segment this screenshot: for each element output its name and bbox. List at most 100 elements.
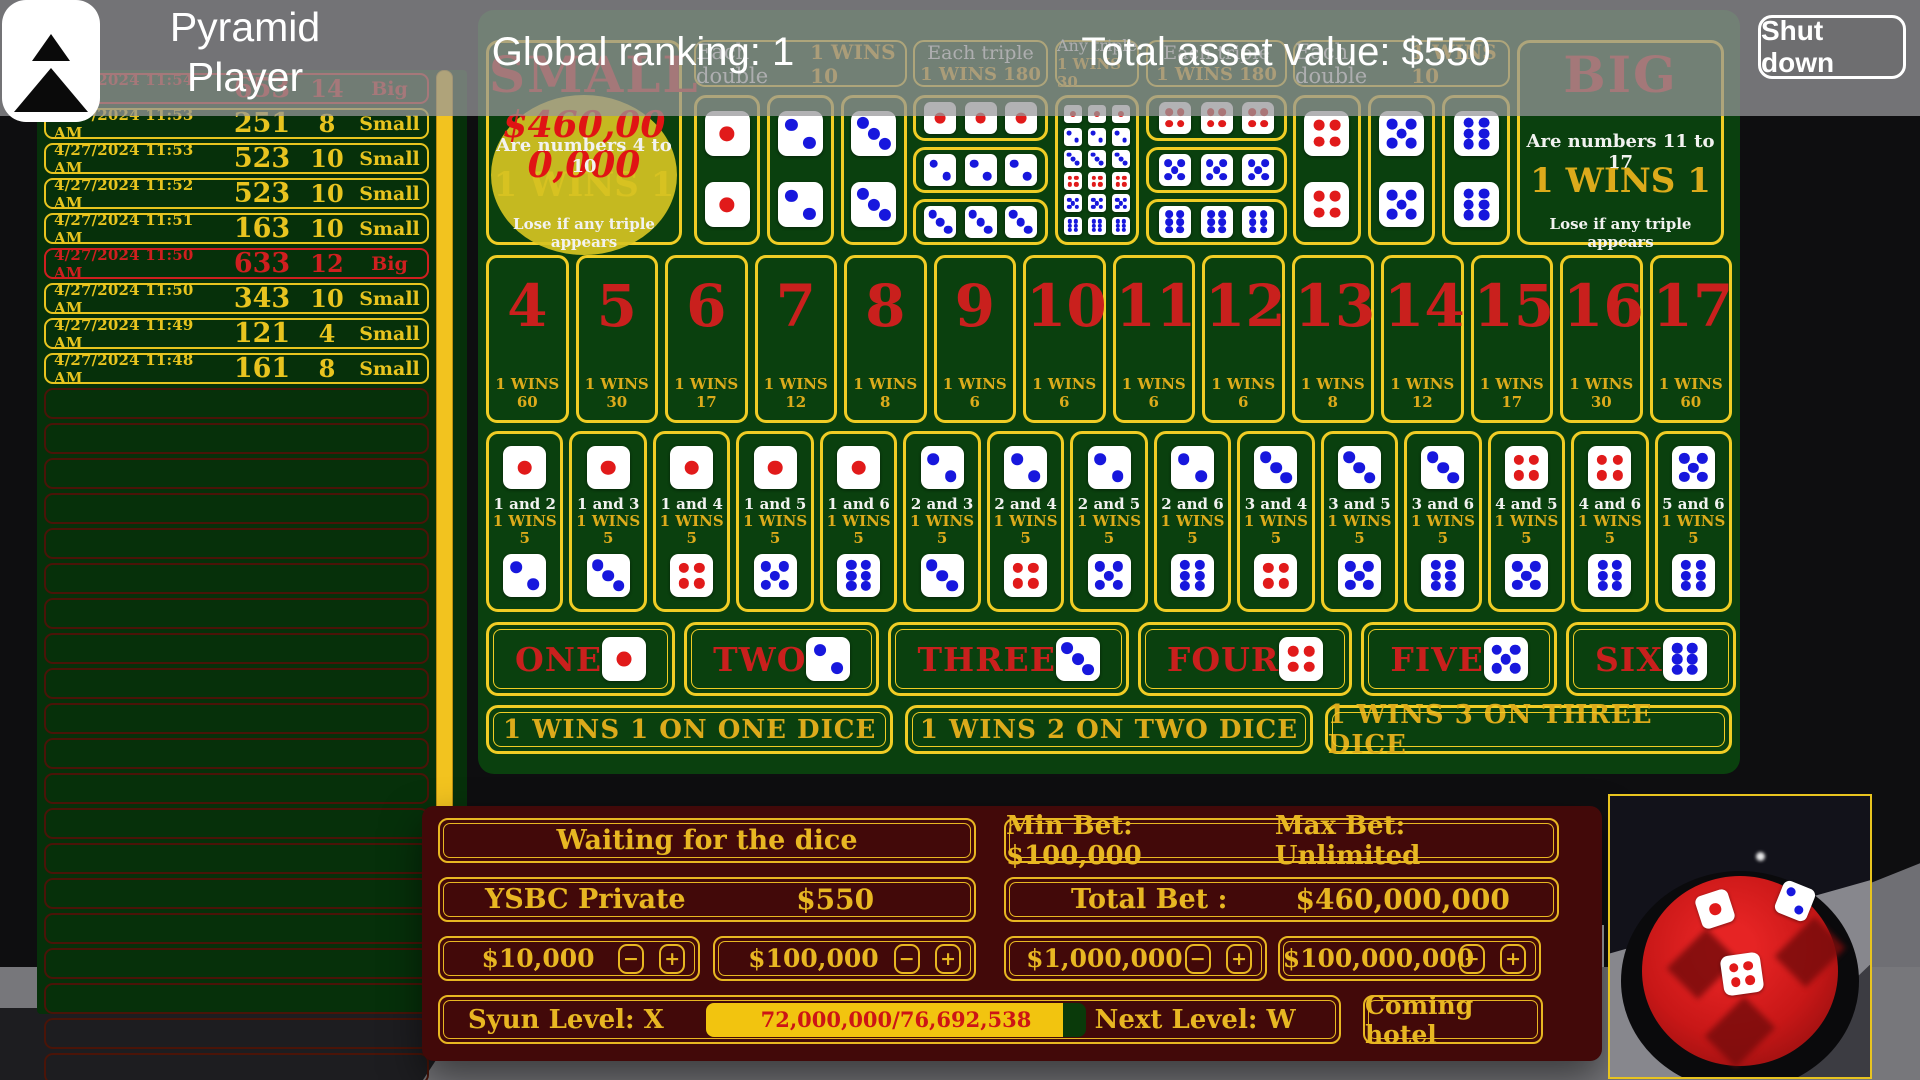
bet-single-one[interactable]: ONE [486,622,676,696]
history-row-empty [44,843,429,874]
bet-double-2[interactable] [767,95,834,245]
bet-combo-2-6[interactable]: 2 and 61 WINS 5 [1153,431,1232,612]
bet-number-12[interactable]: 12 1 WINS 6 [1202,255,1286,423]
bet-double-1[interactable] [694,95,761,245]
die-face-2 [777,111,823,156]
bet-single-four[interactable]: FOUR [1137,622,1353,696]
bet-combo-2-3[interactable]: 2 and 31 WINS 5 [903,431,981,612]
die-face-5 [1337,554,1381,597]
bet-triple-1[interactable] [913,95,1048,141]
bet-single-three[interactable]: THREE [888,622,1129,696]
bet-number-8[interactable]: 8 1 WINS 8 [844,255,927,423]
chip-plus-button[interactable]: + [935,943,962,974]
chip-minus-button[interactable]: − [617,943,644,974]
history-total: 10 [310,144,344,173]
level-progress-text: 72,000,000/76,692,538 [760,1007,1032,1032]
chip-plus-button[interactable]: + [1226,943,1253,974]
bet-combo-4-6[interactable]: 4 and 61 WINS 5 [1571,431,1649,612]
coming-hotel-button[interactable]: Coming hotel [1363,991,1543,1049]
bet-double-5[interactable] [1367,95,1436,245]
chip-select-1[interactable]: $10,000− + [438,936,700,981]
total-bet-value: $460,000,000 [1295,883,1510,916]
bet-number-15[interactable]: 15 1 WINS 17 [1470,255,1554,423]
bet-number-9[interactable]: 9 1 WINS 6 [933,255,1016,423]
chip-select-2[interactable]: $100,000− + [713,936,976,981]
bet-combo-2-4[interactable]: 2 and 41 WINS 5 [986,431,1065,612]
bet-number-14[interactable]: 14 1 WINS 12 [1381,255,1465,423]
bet-double-4[interactable] [1293,95,1361,245]
bet-big[interactable]: BIG Are numbers 11 to 17 1 WINS 1 Lose i… [1517,40,1724,251]
bet-combo-5-6[interactable]: 5 and 61 WINS 5 [1654,431,1733,612]
bet-triple-6[interactable] [1146,199,1287,245]
bet-triple-3[interactable] [913,199,1048,245]
single-label: SIX [1594,639,1663,679]
number-odds: 1 WINS 12 [1390,375,1455,411]
bet-number-6[interactable]: 6 1 WINS 17 [665,255,748,423]
bet-combo-4-5[interactable]: 4 and 51 WINS 5 [1487,431,1566,612]
bet-number-13[interactable]: 13 1 WINS 8 [1291,255,1375,423]
big-note: Lose if any triple appears [1549,215,1692,251]
bet-double-3[interactable] [840,95,907,245]
history-dice: 523 [233,178,291,209]
bet-combo-2-5[interactable]: 2 and 51 WINS 5 [1070,431,1148,612]
bet-combo-1-4[interactable]: 1 and 41 WINS 5 [652,431,731,612]
chip-minus-button[interactable]: − [1458,943,1485,974]
die-face-1 [753,446,797,489]
die-face-1 [1004,102,1037,134]
bet-combo-3-5[interactable]: 3 and 51 WINS 5 [1320,431,1399,612]
bet-single-two[interactable]: TWO [684,622,880,696]
die-face-2 [920,446,964,489]
chip-minus-button[interactable]: − [1184,943,1211,974]
number-bets-row: 4 1 WINS 60 5 1 WINS 30 6 1 WINS 17 7 1 WINS 12… [486,255,1734,423]
bet-number-11[interactable]: 11 1 WINS 6 [1112,255,1196,423]
history-dice: 633 [233,248,291,279]
chip-select-4[interactable]: $100,000,000− + [1278,936,1541,981]
bet-combo-1-3[interactable]: 1 and 31 WINS 5 [569,431,647,612]
bet-combo-1-6[interactable]: 1 and 61 WINS 5 [819,431,898,612]
history-row-empty [44,493,429,524]
single-bets-row: ONE TWO THREE FOUR FIVE SIX [486,622,1736,696]
bet-number-7[interactable]: 7 1 WINS 12 [754,255,837,423]
payout-note-text: 1 WINS 1 ON ONE DICE [503,714,877,745]
history-total: 10 [310,214,344,243]
shutdown-button[interactable]: Shut down [1758,15,1906,79]
bet-triple-2[interactable] [913,147,1048,193]
each-triple-left-header: Each triple 1 WINS 180 [913,40,1048,87]
die-face-5 [1158,154,1191,186]
bet-number-5[interactable]: 5 1 WINS 30 [575,255,658,423]
bet-number-16[interactable]: 16 1 WINS 30 [1560,255,1644,423]
history-row-empty [44,388,429,419]
bet-triple-5[interactable] [1146,147,1287,193]
bet-number-4[interactable]: 4 1 WINS 60 [486,255,569,423]
chip-plus-button[interactable]: + [659,943,686,974]
bet-combo-3-4[interactable]: 3 and 41 WINS 5 [1237,431,1315,612]
bet-triple-4[interactable] [1146,95,1287,141]
bet-number-10[interactable]: 10 1 WINS 6 [1023,255,1107,423]
bet-any-triple[interactable] [1055,95,1139,245]
coming-hotel-label: Coming hotel [1365,990,1474,1049]
die-face-2 [1004,154,1037,186]
bet-single-five[interactable]: FIVE [1361,622,1557,696]
level-progress-bar: 72,000,000/76,692,538 [706,1002,1086,1037]
die-face-2 [503,554,547,597]
bet-single-six[interactable]: SIX [1565,622,1736,696]
any-triple-row-2 [1058,127,1136,146]
die-face-1 [602,637,647,681]
bet-combo-1-5[interactable]: 1 and 51 WINS 5 [736,431,814,612]
combo-odds: 1 WINS 5 [1076,512,1142,547]
chip-plus-button[interactable]: + [1500,943,1527,974]
combo-labels: 2 and 61 WINS 5 [1157,496,1228,547]
app-title-line2: Player [186,54,304,100]
bet-double-6[interactable] [1442,95,1511,245]
bet-combo-3-6[interactable]: 3 and 61 WINS 5 [1404,431,1482,612]
combo-bets-row: 1 and 21 WINS 51 and 31 WINS 51 and 41 W… [486,431,1733,612]
chip-select-3[interactable]: $1,000,000− + [1004,936,1267,981]
die-face-3 [1004,206,1037,238]
bet-number-17[interactable]: 17 1 WINS 60 [1649,255,1734,423]
bet-combo-1-2[interactable]: 1 and 21 WINS 5 [486,431,564,612]
die-face-5 [1671,446,1715,489]
number-odds: 1 WINS 8 [853,375,918,411]
chip-minus-button[interactable]: − [893,943,920,974]
each-triple-left-cells [913,95,1048,245]
number-value: 17 [1652,272,1734,340]
